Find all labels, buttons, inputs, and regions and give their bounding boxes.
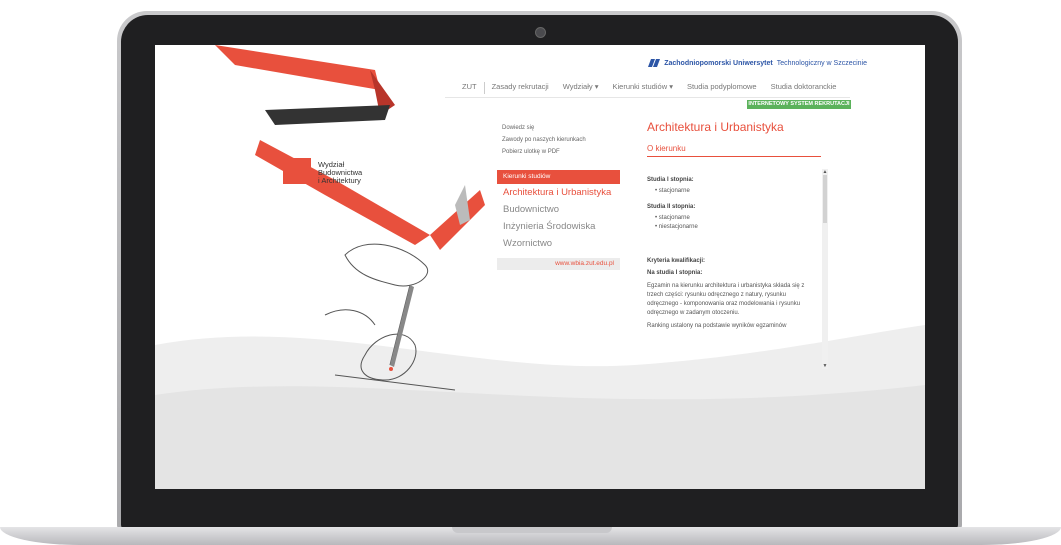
faculty-website-link[interactable]: www.wbia.zut.edu.pl — [497, 258, 620, 270]
study-level-2-heading: Studia II stopnia: — [647, 204, 696, 210]
nav-item-wydzialy[interactable]: Wydziały ▾ — [556, 82, 606, 94]
nav-item-podyplomowe[interactable]: Studia podyplomowe — [680, 82, 764, 94]
program-details: Architektura i Urbanistyka O kierunku St… — [647, 120, 831, 369]
study-level-1-list: stacjonarne — [647, 187, 817, 196]
link-dowiedz[interactable]: Dowiedz się — [502, 122, 586, 134]
university-link[interactable]: Zachodniopomorski Uniwersytet Technologi… — [648, 59, 867, 67]
list-item: stacjonarne — [655, 187, 817, 196]
menu-item-budownictwo[interactable]: Budownictwo — [497, 201, 620, 218]
scroll-down-icon[interactable]: ▼ — [822, 363, 828, 369]
nav-item-doktoranckie[interactable]: Studia doktoranckie — [764, 82, 844, 94]
nav-item-kierunki[interactable]: Kierunki studiów ▾ — [606, 82, 680, 94]
section-underline — [647, 156, 821, 157]
menu-item-wzornictwo[interactable]: Wzornictwo — [497, 235, 620, 252]
criteria-heading: Kryteria kwalifikacji: — [647, 258, 706, 264]
details-content: Studia I stopnia: stacjonarne Studia II … — [647, 176, 817, 331]
faculty-name: Wydział Budownictwa i Architektury — [318, 160, 363, 185]
hand-drawing-graphic — [324, 243, 456, 391]
nav-item-zasady[interactable]: Zasady rekrutacji — [485, 82, 556, 94]
info-links: Dowiedz się Zawody po naszych kierunkach… — [502, 122, 586, 158]
section-title: O kierunku — [647, 144, 686, 153]
link-zawody[interactable]: Zawody po naszych kierunkach — [502, 134, 586, 146]
ranking-text: Ranking ustalony na podstawie wyników eg… — [647, 323, 787, 329]
scrollbar-thumb[interactable] — [823, 175, 827, 223]
programs-menu: Kierunki studiów Architektura i Urbanist… — [497, 170, 620, 270]
list-item: niestacjonarne — [655, 223, 817, 232]
nav-divider-line — [445, 97, 850, 98]
criteria-text: Egzamin na kierunku architektura i urban… — [647, 283, 805, 316]
page-title: Architektura i Urbanistyka — [647, 120, 784, 134]
main-nav: ZUT Zasady rekrutacji Wydziały ▾ Kierunk… — [455, 82, 843, 94]
screen: Wydział Budownictwa i Architektury Zacho… — [155, 45, 925, 489]
recruitment-system-button[interactable]: INTERNETOWY SYSTEM REKRUTACJI — [747, 100, 851, 109]
menu-item-inzynieria[interactable]: Inżynieria Środowiska — [497, 218, 620, 235]
laptop-base-notch — [452, 527, 612, 533]
details-scroll-area[interactable]: Studia I stopnia: stacjonarne Studia II … — [647, 169, 831, 381]
scrollbar[interactable]: ▲ ▼ — [822, 169, 828, 369]
study-level-2-list: stacjonarne niestacjonarne — [647, 214, 817, 232]
zut-logo-icon — [648, 59, 661, 67]
nav-item-zut[interactable]: ZUT — [455, 82, 484, 94]
study-level-1-heading: Studia I stopnia: — [647, 177, 694, 183]
link-ulotka[interactable]: Pobierz ulotkę w PDF — [502, 146, 586, 158]
camera-icon — [535, 27, 546, 38]
programs-menu-header: Kierunki studiów — [497, 170, 620, 184]
criteria-subheading: Na studia I stopnia: — [647, 270, 703, 276]
faculty-logo-icon — [283, 158, 311, 184]
list-item: stacjonarne — [655, 214, 817, 223]
menu-item-architektura[interactable]: Architektura i Urbanistyka — [497, 184, 620, 201]
